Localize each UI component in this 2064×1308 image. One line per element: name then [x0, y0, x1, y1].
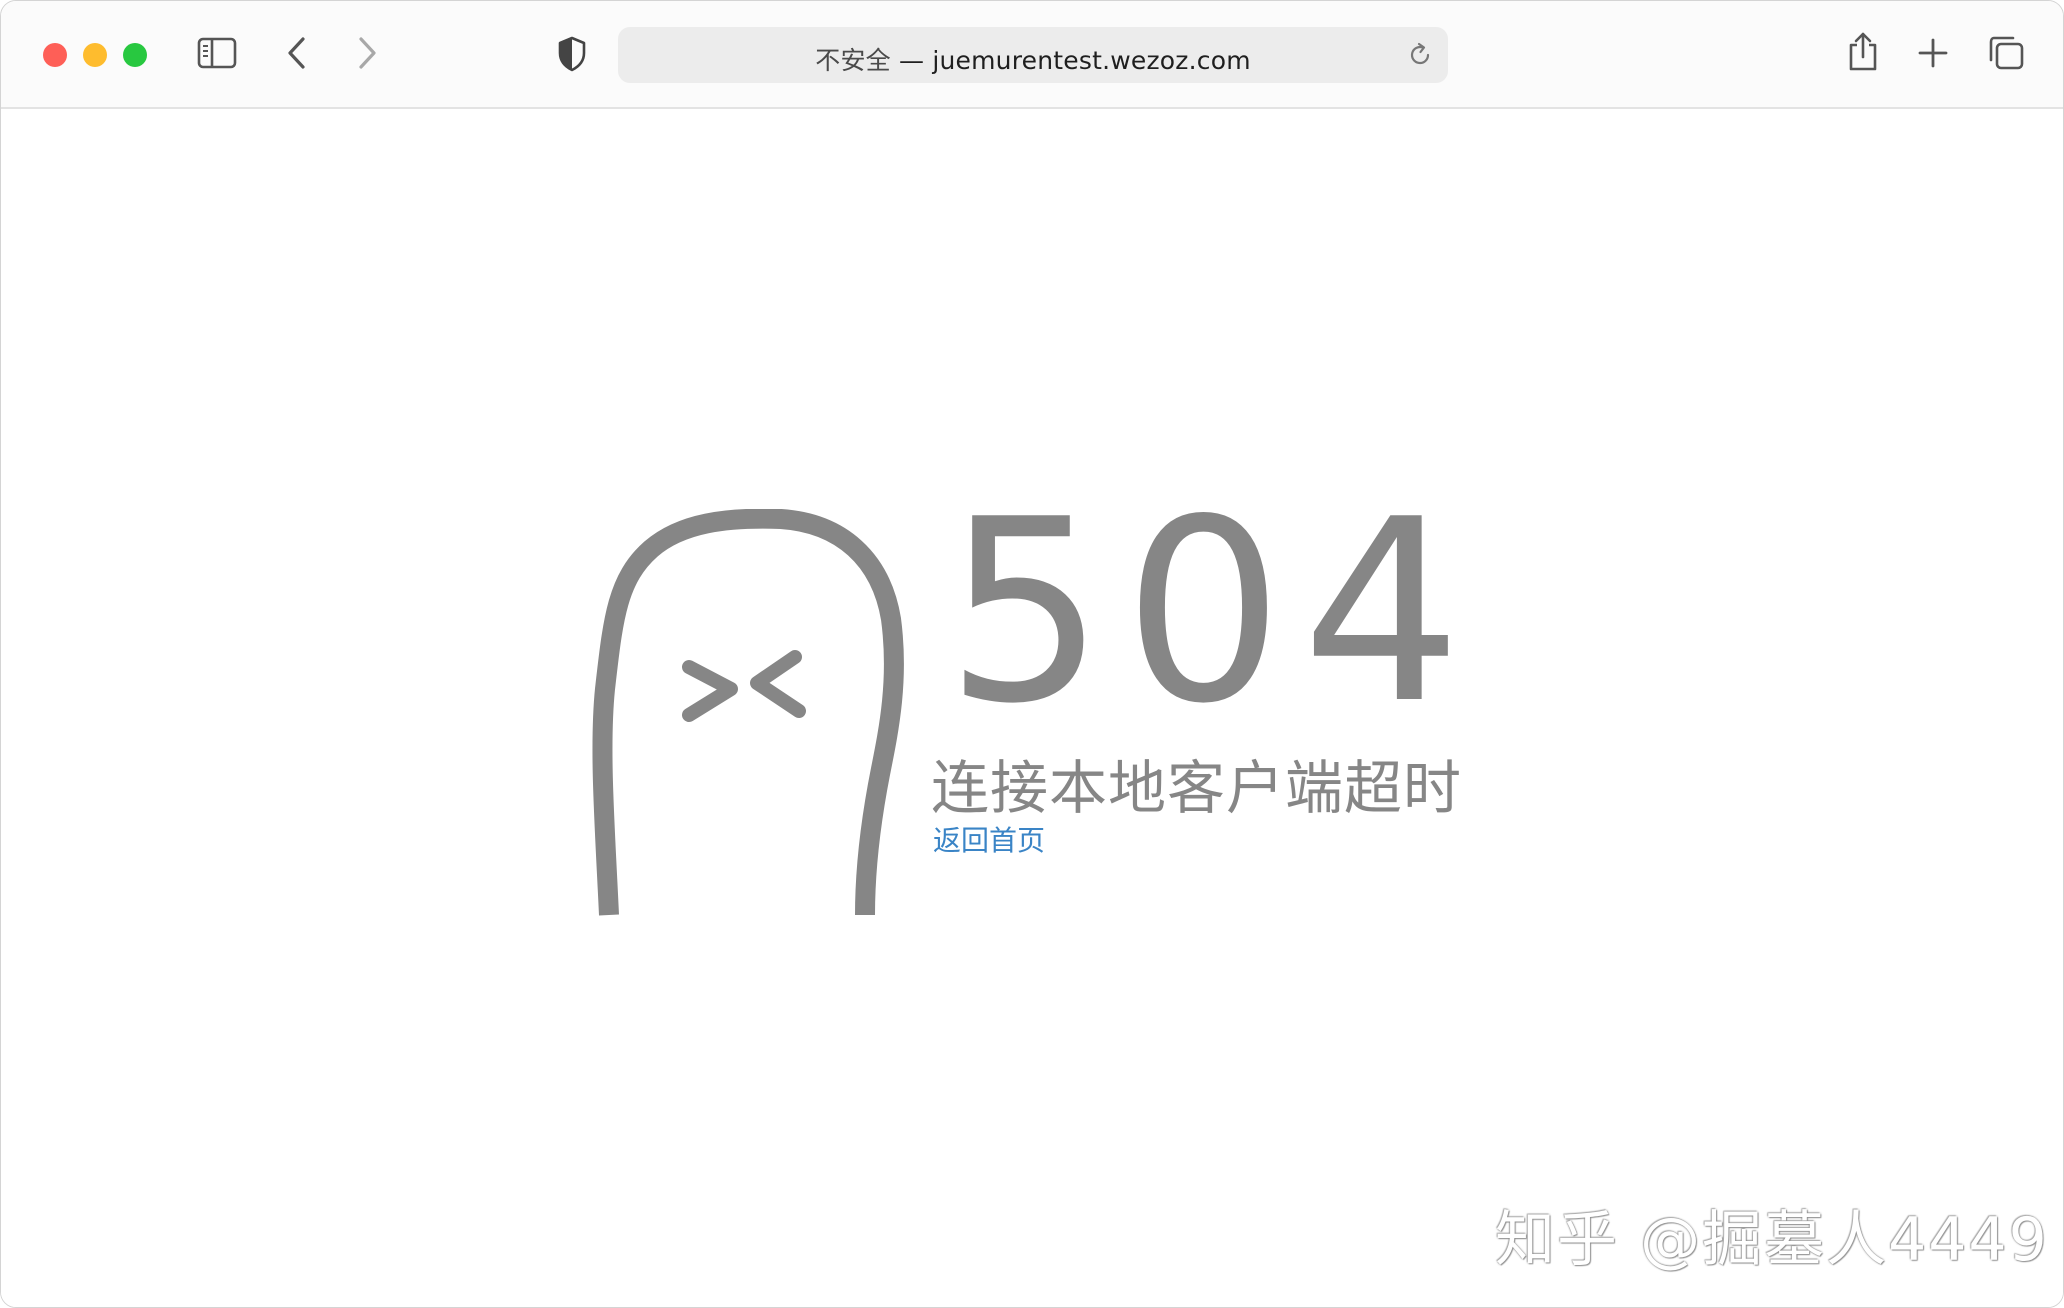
address-bar[interactable]: 不安全 — juemurentest.wezoz.com	[618, 27, 1448, 83]
sidebar-icon[interactable]	[197, 37, 237, 69]
back-button[interactable]	[285, 35, 309, 71]
address-domain: juemurentest.wezoz.com	[932, 46, 1251, 75]
share-button[interactable]	[1847, 31, 1879, 73]
error-message: 连接本地客户端超时	[931, 754, 1463, 822]
reload-icon	[1410, 42, 1430, 65]
return-home-link[interactable]: 返回首页	[933, 819, 1045, 859]
zoom-window-button[interactable]	[123, 43, 147, 67]
share-icon	[1849, 32, 1877, 71]
close-window-button[interactable]	[43, 43, 67, 67]
plus-icon	[1918, 38, 1948, 68]
error-code: 504	[945, 466, 1480, 759]
browser-toolbar: 不安全 — juemurentest.wezoz.com	[1, 1, 2063, 109]
address-separator: —	[890, 46, 933, 75]
chevron-left-icon	[288, 37, 305, 69]
security-label: 不安全	[815, 46, 891, 75]
minimize-window-button[interactable]	[83, 43, 107, 67]
chevron-right-icon	[359, 37, 376, 69]
address-text: 不安全 — juemurentest.wezoz.com	[618, 41, 1448, 77]
reload-button[interactable]	[1406, 41, 1434, 73]
new-tab-button[interactable]	[1917, 37, 1949, 69]
browser-window: 不安全 — juemurentest.wezoz.com 504 连接本地客户端…	[0, 0, 2064, 1308]
tabs-icon	[1989, 36, 2024, 70]
privacy-report-button[interactable]	[557, 35, 587, 73]
page-content: 504 连接本地客户端超时 返回首页 知乎 @掘墓人4449	[1, 109, 2063, 1307]
tabs-overview-button[interactable]	[1987, 35, 2025, 71]
forward-button[interactable]	[355, 35, 379, 71]
watermark: 知乎 @掘墓人4449	[1495, 1205, 2049, 1275]
shield-icon	[558, 36, 586, 72]
ghost-illustration	[591, 508, 911, 923]
